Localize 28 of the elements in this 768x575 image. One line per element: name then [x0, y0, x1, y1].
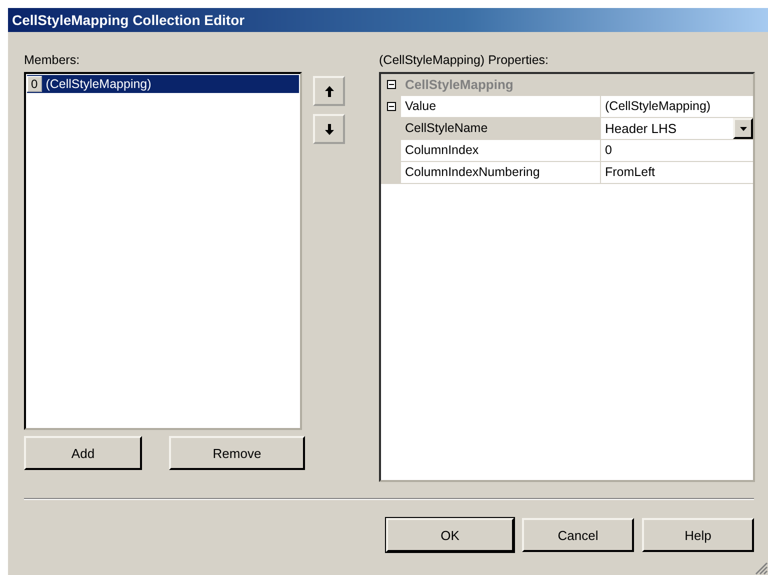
property-value: (CellStyleMapping): [604, 98, 712, 115]
move-down-button[interactable]: [313, 114, 345, 144]
dialog-button[interactable]: Cancel: [522, 518, 634, 552]
index-badge: 0: [27, 76, 42, 92]
down-arrow-icon: [324, 124, 334, 134]
window-title: CellStyleMapping Collection Editor: [12, 12, 245, 28]
action-button[interactable]: Add: [24, 436, 142, 470]
member-text: (CellStyleMapping): [46, 77, 152, 91]
dialog-button[interactable]: Help: [642, 518, 754, 552]
dropdown-caret-icon: [740, 126, 746, 130]
property-value[interactable]: Header LHS: [605, 118, 733, 139]
collapse-icon[interactable]: [386, 102, 396, 111]
property-name: Value: [401, 96, 601, 117]
dialog-button[interactable]: OK: [386, 518, 514, 552]
member-item[interactable]: 0 (CellStyleMapping): [27, 75, 299, 93]
property-name[interactable]: CellStyleName: [401, 118, 601, 139]
category-name: CellStyleMapping: [404, 76, 514, 94]
resize-grip-icon[interactable]: [754, 561, 768, 575]
dropdown-button[interactable]: [733, 118, 753, 139]
properties-label: (CellStyleMapping) Properties:: [379, 54, 550, 67]
action-button[interactable]: Remove: [169, 436, 305, 470]
members-list[interactable]: 0 (CellStyleMapping): [24, 72, 302, 430]
up-arrow-icon: [324, 86, 334, 96]
property-value[interactable]: FromLeft: [601, 162, 753, 183]
move-up-button[interactable]: [313, 76, 345, 106]
collapse-icon[interactable]: [386, 80, 396, 89]
members-label: Members:: [24, 54, 81, 67]
property-value[interactable]: 0: [601, 140, 753, 161]
